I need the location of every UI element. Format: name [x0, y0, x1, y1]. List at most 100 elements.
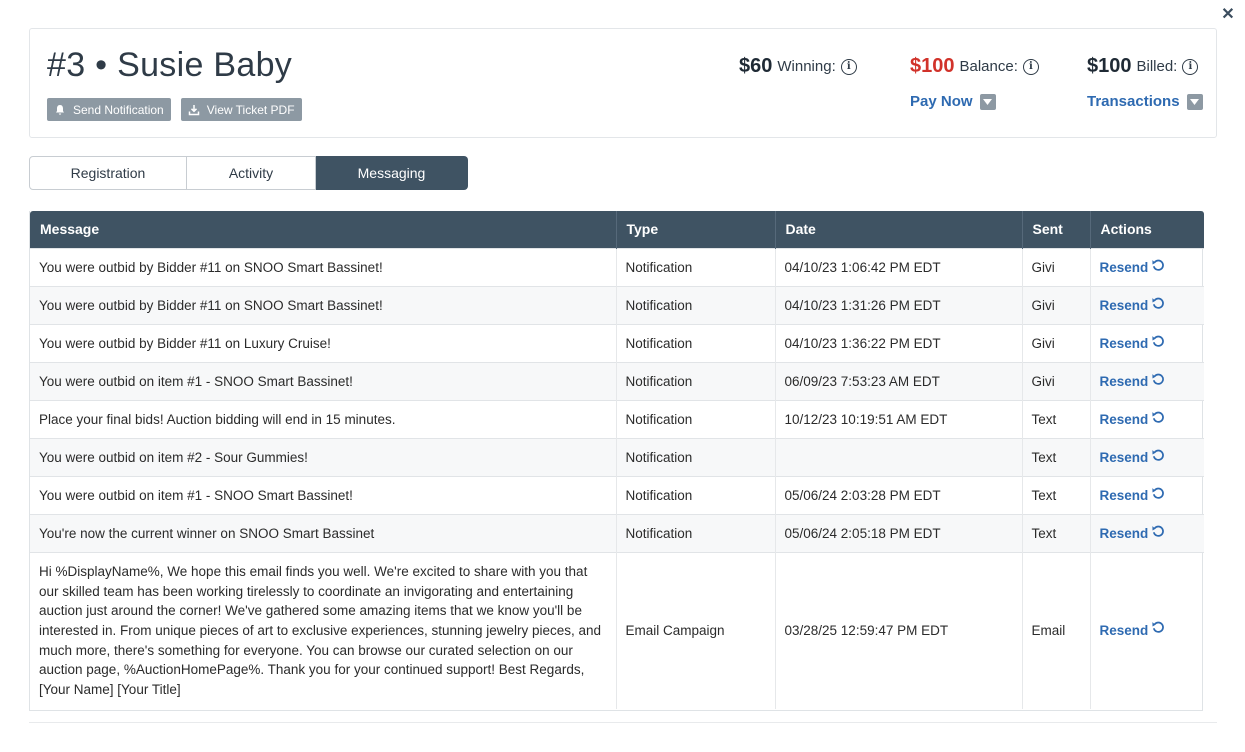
info-icon[interactable]: i: [1022, 58, 1039, 75]
sent-cell: Text: [1022, 437, 1091, 476]
actions-cell: Resend: [1090, 247, 1204, 286]
resend-icon: [1151, 410, 1166, 428]
resend-label: Resend: [1099, 525, 1149, 541]
column-header-message[interactable]: Message: [30, 211, 617, 248]
date-cell: 04/10/23 1:36:22 PM EDT: [775, 323, 1023, 362]
actions-cell: Resend: [1090, 323, 1204, 362]
column-header-date[interactable]: Date: [775, 211, 1023, 248]
resend-label: Resend: [1099, 411, 1149, 427]
sent-cell: Givi: [1022, 323, 1091, 362]
winning-label: Winning:: [777, 58, 836, 75]
message-cell: You're now the current winner on SNOO Sm…: [30, 513, 617, 552]
transactions-link[interactable]: Transactions: [1087, 93, 1203, 110]
close-icon[interactable]: ✕: [1220, 6, 1236, 24]
message-cell: You were outbid on item #1 - SNOO Smart …: [30, 361, 617, 400]
resend-button[interactable]: Resend: [1100, 410, 1167, 428]
resend-button[interactable]: Resend: [1100, 524, 1167, 542]
sent-cell: Givi: [1022, 247, 1091, 286]
date-cell: 05/06/24 2:03:28 PM EDT: [775, 475, 1023, 514]
message-cell: Place your final bids! Auction bidding w…: [30, 399, 617, 438]
sent-cell: Text: [1022, 513, 1091, 552]
resend-label: Resend: [1099, 373, 1149, 389]
divider: [29, 722, 1217, 723]
actions-cell: Resend: [1090, 399, 1204, 438]
tab-activity[interactable]: Activity: [187, 156, 316, 190]
type-cell: Notification: [616, 361, 776, 400]
table-row: Place your final bids! Auction bidding w…: [30, 399, 1204, 438]
tab-messaging[interactable]: Messaging: [316, 156, 468, 190]
column-header-type[interactable]: Type: [616, 211, 776, 248]
resend-label: Resend: [1099, 622, 1149, 638]
type-cell: Notification: [616, 399, 776, 438]
resend-button[interactable]: Resend: [1100, 258, 1167, 276]
resend-icon: [1151, 372, 1166, 390]
type-cell: Notification: [616, 437, 776, 476]
billed-label: Billed:: [1136, 58, 1178, 75]
resend-icon: [1151, 334, 1166, 352]
view-ticket-pdf-label: View Ticket PDF: [206, 102, 295, 117]
messages-table-container: Message Type Date Sent Actions You were …: [29, 211, 1204, 711]
pay-now-label: Pay Now: [910, 93, 973, 110]
actions-cell: Resend: [1090, 475, 1204, 514]
send-notification-label: Send Notification: [73, 102, 164, 117]
date-cell: 04/10/23 1:31:26 PM EDT: [775, 285, 1023, 324]
message-cell: You were outbid by Bidder #11 on Luxury …: [30, 323, 617, 362]
bidder-header-card: #3 • Susie Baby Send Notification View T…: [29, 28, 1217, 138]
column-header-actions: Actions: [1090, 211, 1204, 248]
winning-amount: $60: [739, 55, 773, 77]
resend-icon: [1151, 296, 1166, 314]
date-cell: [775, 437, 1023, 476]
table-row: You were outbid on item #2 - Sour Gummie…: [30, 437, 1204, 476]
table-row: You were outbid on item #1 - SNOO Smart …: [30, 475, 1204, 514]
actions-cell: Resend: [1090, 361, 1204, 400]
tab-registration[interactable]: Registration: [29, 156, 187, 190]
resend-label: Resend: [1099, 487, 1149, 503]
resend-button[interactable]: Resend: [1100, 448, 1167, 466]
table-header-row: Message Type Date Sent Actions: [30, 211, 1204, 248]
table-row: You're now the current winner on SNOO Sm…: [30, 513, 1204, 552]
date-cell: 10/12/23 10:19:51 AM EDT: [775, 399, 1023, 438]
resend-button[interactable]: Resend: [1100, 296, 1167, 314]
type-cell: Notification: [616, 247, 776, 286]
table-row: You were outbid by Bidder #11 on SNOO Sm…: [30, 247, 1204, 286]
resend-button[interactable]: Resend: [1100, 620, 1167, 641]
message-cell: You were outbid on item #1 - SNOO Smart …: [30, 475, 617, 514]
send-notification-button[interactable]: Send Notification: [47, 98, 171, 121]
column-header-sent[interactable]: Sent: [1022, 211, 1091, 248]
pay-now-link[interactable]: Pay Now: [910, 93, 996, 110]
resend-button[interactable]: Resend: [1100, 334, 1167, 352]
transactions-label: Transactions: [1087, 93, 1180, 110]
info-icon[interactable]: i: [1182, 58, 1199, 75]
balance-amount: $100: [910, 55, 955, 77]
resend-label: Resend: [1099, 449, 1149, 465]
page-title: #3 • Susie Baby: [47, 46, 293, 84]
actions-cell: Resend: [1090, 551, 1204, 709]
bell-icon: [56, 104, 64, 115]
balance-label: Balance:: [959, 58, 1018, 75]
chevron-down-icon[interactable]: [979, 93, 996, 110]
message-cell: You were outbid by Bidder #11 on SNOO Sm…: [30, 285, 617, 324]
type-cell: Notification: [616, 285, 776, 324]
resend-icon: [1151, 258, 1166, 276]
resend-button[interactable]: Resend: [1100, 486, 1167, 504]
resend-icon: [1151, 486, 1166, 504]
actions-cell: Resend: [1090, 513, 1204, 552]
sent-cell: Text: [1022, 399, 1091, 438]
sent-cell: Givi: [1022, 361, 1091, 400]
table-row: You were outbid on item #1 - SNOO Smart …: [30, 361, 1204, 400]
resend-label: Resend: [1099, 259, 1149, 275]
date-cell: 05/06/24 2:05:18 PM EDT: [775, 513, 1023, 552]
message-cell: Hi %DisplayName%, We hope this email fin…: [30, 551, 617, 709]
sent-cell: Givi: [1022, 285, 1091, 324]
message-cell: You were outbid by Bidder #11 on SNOO Sm…: [30, 247, 617, 286]
billed-stat: $100 Billed: i: [1087, 55, 1199, 78]
message-cell: You were outbid on item #2 - Sour Gummie…: [30, 437, 617, 476]
table-row: You were outbid by Bidder #11 on Luxury …: [30, 323, 1204, 362]
resend-button[interactable]: Resend: [1100, 372, 1167, 390]
winning-stat: $60 Winning: i: [739, 55, 857, 78]
header-actions: Send Notification View Ticket PDF: [47, 98, 302, 121]
info-icon[interactable]: i: [840, 58, 857, 75]
billed-amount: $100: [1087, 55, 1132, 77]
view-ticket-pdf-button[interactable]: View Ticket PDF: [180, 98, 302, 121]
chevron-down-icon[interactable]: [1186, 93, 1203, 110]
